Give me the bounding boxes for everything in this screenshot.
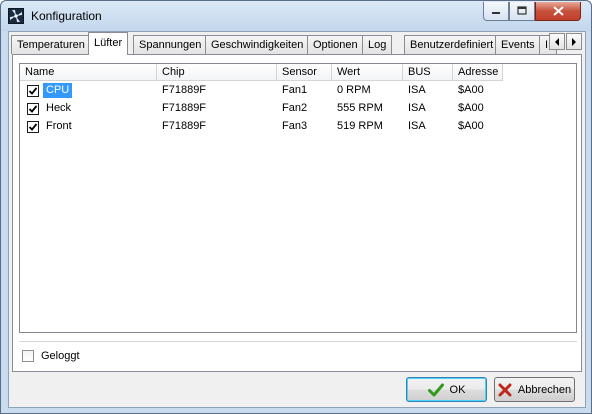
ok-button[interactable]: OK: [406, 377, 487, 402]
row-wert: 519 RPM: [337, 120, 383, 132]
row-adresse: $A00: [458, 120, 484, 132]
cancel-button[interactable]: Abbrechen: [494, 377, 575, 402]
column-header-sensor[interactable]: Sensor: [277, 64, 332, 81]
row-sensor: Fan2: [282, 102, 308, 114]
checkmark-icon: [28, 87, 38, 95]
tab-optionen[interactable]: Optionen: [307, 35, 364, 54]
row-chip: F71889F: [162, 84, 207, 96]
title-bar[interactable]: Konfiguration: [1, 1, 591, 31]
tab-events[interactable]: Events: [495, 35, 541, 54]
row-name: Heck: [46, 102, 72, 114]
fan-list[interactable]: Name Chip Sensor Wert BUS Adresse CPU F7…: [19, 63, 577, 333]
column-header-adresse[interactable]: Adresse: [453, 64, 503, 81]
tab-spannungen[interactable]: Spannungen: [133, 35, 208, 54]
column-header-bus[interactable]: BUS: [403, 64, 453, 81]
checkmark-icon: [427, 383, 444, 396]
row-checkbox[interactable]: [27, 121, 39, 133]
row-name: CPU: [43, 83, 73, 98]
tab-panel-luefter: Name Chip Sensor Wert BUS Adresse CPU F7…: [12, 54, 582, 372]
table-row[interactable]: Front F71889F Fan3 519 RPM ISA $A00: [20, 118, 576, 136]
maximize-icon: [517, 6, 527, 15]
close-icon: [552, 6, 564, 16]
checkmark-icon: [28, 123, 38, 131]
table-row[interactable]: CPU F71889F Fan1 0 RPM ISA $A00: [20, 82, 576, 100]
row-sensor: Fan1: [282, 84, 308, 96]
tab-benutzerdefiniert[interactable]: Benutzerdefiniert: [404, 35, 500, 54]
row-checkbox[interactable]: [27, 85, 39, 97]
tab-scroll-left-button[interactable]: [549, 33, 565, 50]
fan-icon: [8, 8, 24, 24]
row-adresse: $A00: [458, 84, 484, 96]
list-header: Name Chip Sensor Wert BUS Adresse: [20, 64, 576, 81]
row-wert: 0 RPM: [337, 84, 371, 96]
column-header-chip[interactable]: Chip: [157, 64, 277, 81]
geloggt-label[interactable]: Geloggt: [41, 350, 80, 362]
column-header-wert[interactable]: Wert: [332, 64, 403, 81]
row-chip: F71889F: [162, 120, 207, 132]
cross-icon: [498, 383, 512, 396]
table-row[interactable]: Heck F71889F Fan2 555 RPM ISA $A00: [20, 100, 576, 118]
tab-strip: Temperaturen Lüfter Spannungen Geschwind…: [9, 32, 585, 55]
tab-scroll-right-button[interactable]: [566, 33, 582, 50]
tab-luefter[interactable]: Lüfter: [88, 32, 129, 55]
row-chip: F71889F: [162, 102, 207, 114]
row-wert: 555 RPM: [337, 102, 383, 114]
tab-log[interactable]: Log: [362, 35, 393, 54]
config-window: Konfiguration Temperaturen Lüfter Spannu…: [0, 0, 592, 414]
row-bus: ISA: [408, 102, 426, 114]
arrow-left-icon: [555, 37, 559, 46]
cancel-label: Abbrechen: [517, 383, 572, 396]
tab-temperaturen[interactable]: Temperaturen: [11, 35, 91, 54]
logging-section: Geloggt: [19, 341, 577, 367]
row-bus: ISA: [408, 84, 426, 96]
minimize-button[interactable]: [483, 2, 509, 21]
arrow-right-icon: [572, 37, 576, 46]
window-title: Konfiguration: [31, 9, 102, 23]
minimize-icon: [492, 12, 500, 14]
row-checkbox[interactable]: [27, 103, 39, 115]
tab-geschwindigkeiten[interactable]: Geschwindigkeiten: [205, 35, 310, 54]
ok-label: OK: [449, 383, 466, 396]
row-name: Front: [46, 120, 72, 132]
checkmark-icon: [28, 105, 38, 113]
row-adresse: $A00: [458, 102, 484, 114]
row-sensor: Fan3: [282, 120, 308, 132]
dialog-client: Temperaturen Lüfter Spannungen Geschwind…: [8, 31, 586, 408]
column-header-name[interactable]: Name: [20, 64, 157, 81]
maximize-button[interactable]: [509, 2, 535, 21]
geloggt-checkbox[interactable]: [22, 350, 34, 362]
row-bus: ISA: [408, 120, 426, 132]
close-button[interactable]: [535, 2, 581, 21]
